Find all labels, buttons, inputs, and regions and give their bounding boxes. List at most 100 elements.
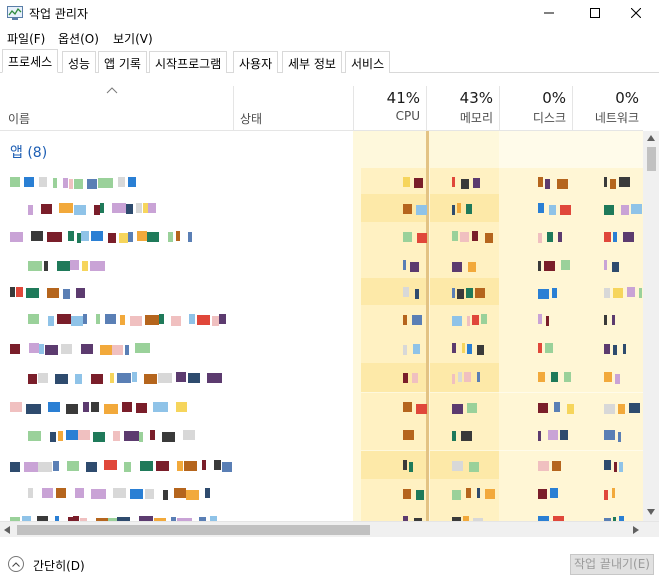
table-row[interactable] — [0, 451, 643, 480]
redacted-value-pixel — [612, 315, 615, 325]
column-network[interactable]: 0% 네트워크 — [572, 86, 644, 131]
redacted-value-pixel — [549, 205, 556, 215]
metric-cell-disk — [499, 334, 572, 363]
table-row[interactable] — [0, 222, 643, 251]
tab-performance[interactable]: 성능 — [62, 51, 97, 73]
redacted-name-pixel — [38, 462, 52, 472]
column-name[interactable]: 이름 — [8, 110, 30, 127]
table-row[interactable] — [0, 334, 643, 363]
menu-view[interactable]: 보기(V) — [113, 30, 153, 47]
scroll-down-icon[interactable] — [647, 509, 655, 515]
collapse-button[interactable] — [8, 556, 24, 572]
table-row[interactable] — [0, 251, 643, 280]
redacted-value-pixel — [409, 462, 413, 472]
redacted-name-pixel — [83, 314, 87, 324]
table-row[interactable] — [0, 507, 643, 521]
redacted-value-pixel — [604, 460, 611, 470]
table-row[interactable] — [0, 278, 643, 307]
column-status[interactable]: 상태 — [240, 110, 262, 127]
redacted-name-pixel — [29, 343, 39, 353]
table-row[interactable] — [0, 305, 643, 334]
column-divider[interactable] — [233, 86, 234, 131]
redacted-value-pixel — [460, 232, 469, 242]
metric-cell-net — [572, 251, 643, 280]
menu-file[interactable]: 파일(F) — [7, 30, 45, 47]
redacted-name-pixel — [50, 432, 56, 442]
redacted-name-pixel — [53, 178, 57, 188]
collapse-label[interactable]: 간단히(D) — [33, 557, 85, 574]
metric-cell-cpu — [361, 451, 426, 480]
column-cpu[interactable]: 41% CPU — [353, 86, 425, 131]
tab-startup[interactable]: 시작프로그램 — [149, 51, 228, 73]
redacted-name-pixel — [130, 489, 143, 499]
redacted-name-pixel — [98, 178, 113, 188]
redacted-value-pixel — [538, 431, 541, 441]
redacted-value-pixel — [403, 287, 409, 297]
redacted-value-pixel — [481, 314, 487, 324]
redacted-name-pixel — [44, 261, 48, 271]
table-row[interactable] — [0, 194, 643, 223]
vertical-scrollbar[interactable] — [643, 131, 659, 521]
redacted-value-pixel — [604, 232, 611, 242]
horizontal-scroll-thumb[interactable] — [17, 525, 370, 535]
column-memory[interactable]: 43% 메모리 — [426, 86, 498, 131]
column-disk[interactable]: 0% 디스크 — [499, 86, 571, 131]
tab-processes[interactable]: 프로세스 — [2, 49, 59, 73]
redacted-name-pixel — [75, 488, 84, 498]
disk-percent: 0% — [542, 89, 566, 107]
redacted-name-pixel — [104, 460, 117, 470]
close-button[interactable] — [613, 0, 659, 26]
scroll-right-icon[interactable] — [633, 526, 639, 534]
scroll-up-icon[interactable] — [647, 135, 655, 141]
redacted-name-pixel — [112, 203, 126, 213]
redacted-value-pixel — [473, 178, 480, 188]
table-row[interactable] — [0, 479, 643, 508]
redacted-name-pixel — [128, 232, 133, 242]
redacted-name-pixel — [128, 177, 136, 187]
redacted-name-pixel — [70, 260, 79, 270]
redacted-name-pixel — [10, 402, 22, 412]
redacted-name-pixel — [58, 431, 63, 441]
tab-services[interactable]: 서비스 — [345, 51, 391, 73]
redacted-value-pixel — [567, 404, 574, 414]
maximize-button[interactable] — [572, 0, 618, 26]
scroll-left-icon[interactable] — [4, 526, 10, 534]
table-row[interactable] — [0, 421, 643, 450]
group-header-apps[interactable]: 앱 (8) — [10, 142, 47, 162]
redacted-value-pixel — [403, 373, 408, 383]
redacted-value-pixel — [627, 287, 635, 297]
redacted-name-pixel — [63, 178, 68, 188]
tab-app-history[interactable]: 앱 기록 — [98, 51, 147, 73]
redacted-value-pixel — [416, 490, 424, 500]
vertical-scroll-thumb[interactable] — [647, 147, 656, 171]
redacted-name-pixel — [42, 488, 53, 498]
minimize-button[interactable] — [526, 0, 572, 26]
end-task-button[interactable]: 작업 끝내기(E) — [570, 554, 654, 575]
tab-details[interactable]: 세부 정보 — [282, 51, 342, 73]
redacted-name-pixel — [144, 374, 157, 384]
redacted-value-pixel — [467, 403, 477, 413]
redacted-name-pixel — [105, 314, 116, 324]
redacted-name-pixel — [86, 462, 97, 472]
menu-options[interactable]: 옵션(O) — [58, 30, 99, 47]
table-row[interactable] — [0, 363, 643, 392]
redacted-value-pixel — [452, 461, 463, 471]
redacted-value-pixel — [403, 260, 406, 270]
redacted-value-pixel — [538, 372, 545, 382]
redacted-value-pixel — [538, 489, 547, 499]
redacted-value-pixel — [414, 178, 423, 188]
redacted-name-pixel — [136, 403, 147, 413]
redacted-name-pixel — [132, 372, 137, 382]
footer: 간단히(D) 작업 끝내기(E) — [0, 548, 659, 586]
redacted-name-pixel — [186, 490, 199, 500]
maximize-icon — [590, 8, 600, 18]
redacted-name-pixel — [124, 431, 139, 441]
redacted-value-pixel — [467, 344, 472, 354]
redacted-name-pixel — [202, 460, 206, 470]
table-row[interactable] — [0, 393, 643, 422]
redacted-name-pixel — [174, 488, 186, 498]
tab-users[interactable]: 사용자 — [233, 51, 279, 73]
redacted-name-pixel — [189, 314, 195, 324]
horizontal-scrollbar[interactable] — [0, 521, 659, 537]
table-row[interactable] — [0, 168, 643, 197]
